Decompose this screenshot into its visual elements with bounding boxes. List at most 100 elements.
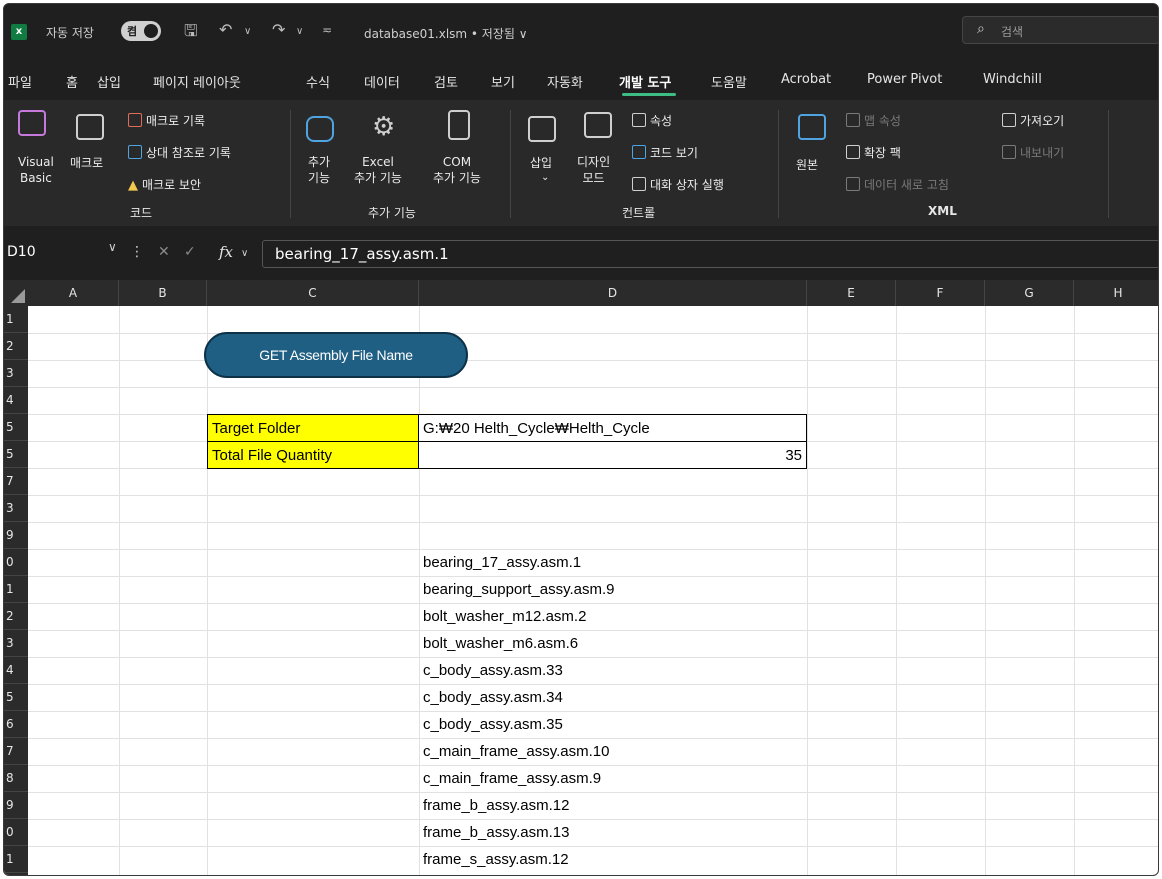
row-header[interactable]: 4 [4, 657, 28, 684]
run-dialog-button[interactable]: 대화 상자 실행 [632, 176, 724, 193]
insert-dropdown-icon[interactable]: ⌄ [541, 172, 549, 183]
cancel-icon[interactable]: ✕ [158, 244, 170, 260]
gridline [896, 306, 897, 875]
tab-acrobat[interactable]: Acrobat [781, 72, 831, 87]
tab-file[interactable]: 파일 [8, 72, 32, 91]
get-assembly-file-name-button[interactable]: GET Assembly File Name [204, 332, 468, 378]
file-list-cell[interactable]: bearing_17_assy.asm.1 [419, 549, 581, 576]
file-list-cell[interactable]: c_body_assy.asm.35 [419, 711, 563, 738]
select-all-corner[interactable] [4, 280, 28, 306]
row-header[interactable]: 5 [4, 414, 28, 441]
tab-help[interactable]: 도움말 [711, 72, 747, 91]
more-options-icon[interactable]: ⋮ [130, 244, 144, 260]
tab-view[interactable]: 보기 [491, 72, 515, 91]
total-file-quantity-value[interactable]: 35 [418, 441, 807, 469]
tab-data[interactable]: 데이터 [364, 72, 400, 91]
row-header[interactable]: 8 [4, 765, 28, 792]
file-list-cell[interactable]: c_body_assy.asm.33 [419, 657, 563, 684]
row-header[interactable]: 1 [4, 846, 28, 873]
properties-button[interactable]: 속성 [632, 112, 672, 129]
row-header[interactable]: 6 [4, 711, 28, 738]
record-icon [128, 113, 142, 127]
view-code-button[interactable]: 코드 보기 [632, 144, 698, 161]
target-folder-label[interactable]: Target Folder [207, 414, 419, 442]
tab-insert[interactable]: 삽입 [97, 72, 121, 91]
tab-automate[interactable]: 자동화 [547, 72, 583, 91]
expansion-packs-button[interactable]: 확장 팩 [846, 144, 901, 161]
xml-import-button[interactable]: 가져오기 [1002, 112, 1064, 129]
name-box[interactable]: D10 [4, 240, 122, 266]
row-header[interactable]: 0 [4, 819, 28, 846]
column-header-c[interactable]: C [207, 280, 419, 306]
insert-function-icon[interactable]: fx [219, 243, 233, 261]
row-header[interactable]: 1 [4, 306, 28, 333]
column-header-h[interactable]: H [1074, 280, 1158, 306]
row-header[interactable]: 9 [4, 792, 28, 819]
column-header-a[interactable]: A [28, 280, 119, 306]
row-header[interactable]: 9 [4, 522, 28, 549]
total-file-quantity-label[interactable]: Total File Quantity [207, 441, 419, 469]
redo-icon[interactable]: ↷ [272, 20, 285, 39]
excel-addins-button[interactable]: Excel 추가 기능 [354, 154, 402, 186]
separator [1108, 110, 1109, 218]
file-list-cell[interactable]: bolt_washer_m6.asm.6 [419, 630, 578, 657]
column-header-e[interactable]: E [807, 280, 896, 306]
tab-power-pivot[interactable]: Power Pivot [867, 72, 942, 87]
undo-dropdown-icon[interactable]: ∨ [244, 26, 251, 37]
column-header-d[interactable]: D [419, 280, 807, 306]
file-list-cell[interactable]: frame_b_assy.asm.12 [419, 792, 569, 819]
customize-toolbar-icon[interactable]: ≂ [322, 23, 332, 37]
tab-page-layout[interactable]: 페이지 레이아웃 [153, 72, 241, 91]
autosave-toggle[interactable]: 켬 [121, 21, 161, 41]
redo-dropdown-icon[interactable]: ∨ [296, 26, 303, 37]
row-header[interactable]: 3 [4, 630, 28, 657]
column-header-f[interactable]: F [896, 280, 985, 306]
addins-button[interactable]: 추가 기능 [308, 154, 330, 186]
enter-icon[interactable]: ✓ [184, 244, 196, 260]
row-header[interactable]: 5 [4, 684, 28, 711]
tab-home[interactable]: 홈 [66, 72, 78, 91]
tab-developer[interactable]: 개발 도구 [619, 72, 671, 91]
row-header[interactable]: 2 [4, 603, 28, 630]
row-header[interactable]: 3 [4, 495, 28, 522]
file-list-cell[interactable]: bolt_washer_m12.asm.2 [419, 603, 586, 630]
name-box-dropdown-icon[interactable]: ∨ [108, 240, 117, 254]
file-list-cell[interactable]: c_main_frame_assy.asm.9 [419, 765, 601, 792]
row-header[interactable]: 7 [4, 468, 28, 495]
row-header[interactable]: 2 [4, 333, 28, 360]
com-addins-button[interactable]: COM 추가 기능 [433, 154, 481, 186]
file-name[interactable]: database01.xlsm • 저장됨 ∨ [364, 25, 528, 42]
search-box[interactable]: ⌕ 검색 [962, 16, 1158, 44]
macro-button[interactable]: 매크로 [70, 154, 103, 171]
file-list-cell[interactable]: frame_s_assy.asm.12 [419, 846, 569, 873]
function-dropdown-icon[interactable]: ∨ [241, 248, 248, 259]
column-header-g[interactable]: G [985, 280, 1074, 306]
visual-basic-button[interactable]: Visual Basic [18, 154, 54, 186]
relative-ref-button[interactable]: 상대 참조로 기록 [128, 144, 231, 161]
group-code-label: 코드 [130, 206, 153, 220]
macro-security-button[interactable]: ▲ 매크로 보안 [128, 176, 201, 193]
file-list-cell[interactable]: frame_b_assy.asm.13 [419, 819, 569, 846]
xml-source-button[interactable]: 원본 [796, 156, 818, 173]
tab-windchill[interactable]: Windchill [983, 72, 1042, 87]
undo-icon[interactable]: ↶ [219, 20, 232, 39]
formula-input[interactable]: bearing_17_assy.asm.1 [262, 240, 1158, 268]
row-header[interactable]: 5 [4, 441, 28, 468]
design-mode-button[interactable]: 디자인 모드 [577, 154, 610, 186]
file-list-cell[interactable]: c_body_assy.asm.34 [419, 684, 563, 711]
row-header[interactable]: 1 [4, 576, 28, 603]
insert-control-button[interactable]: 삽입 [530, 154, 552, 171]
row-header[interactable]: 7 [4, 738, 28, 765]
column-header-b[interactable]: B [119, 280, 207, 306]
file-list-cell[interactable]: bearing_support_assy.asm.9 [419, 576, 615, 603]
refresh-data-label: 데이터 새로 고침 [864, 178, 949, 192]
save-icon[interactable]: 🖫 [184, 20, 198, 47]
row-header[interactable]: 4 [4, 387, 28, 414]
tab-formulas[interactable]: 수식 [306, 72, 330, 91]
record-macro-button[interactable]: 매크로 기록 [128, 112, 205, 129]
row-header[interactable]: 0 [4, 549, 28, 576]
file-list-cell[interactable]: c_main_frame_assy.asm.10 [419, 738, 609, 765]
target-folder-value[interactable]: G:₩20 Helth_Cycle₩Helth_Cycle [418, 414, 807, 442]
tab-review[interactable]: 검토 [434, 72, 458, 91]
row-header[interactable]: 3 [4, 360, 28, 387]
